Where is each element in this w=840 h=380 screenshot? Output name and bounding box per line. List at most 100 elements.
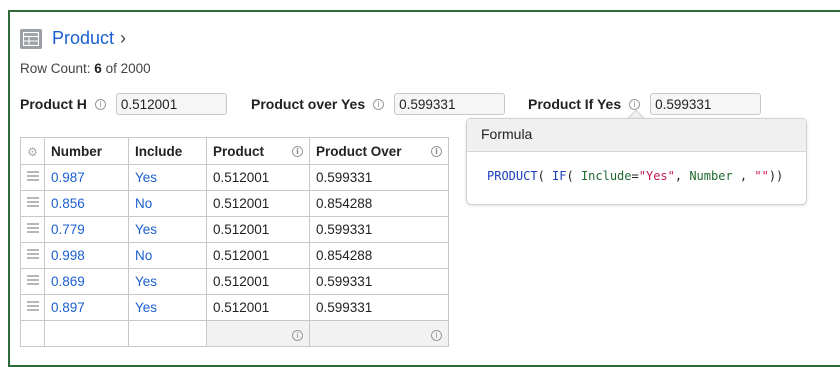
footer-cell-product-over: i — [309, 320, 449, 347]
drag-handle-icon[interactable] — [26, 221, 39, 235]
cell-product-over: 0.854288 — [309, 242, 449, 269]
info-icon[interactable]: i — [94, 98, 106, 110]
param-label: Product H — [20, 96, 87, 112]
drag-handle-icon[interactable] — [26, 247, 39, 261]
cell-number: 0.869 — [44, 268, 129, 295]
cell-include: Yes — [128, 164, 207, 191]
formula-field: Number — [689, 169, 733, 183]
table-row: 0.856 No 0.512001 0.854288 — [20, 190, 449, 217]
number-link[interactable]: 0.987 — [51, 170, 85, 185]
cell-product: 0.512001 — [206, 190, 310, 217]
cell-number: 0.987 — [44, 164, 129, 191]
cell-include: No — [128, 242, 207, 269]
footer-cell — [44, 320, 129, 347]
formula-function: IF — [552, 169, 567, 183]
cell-product: 0.512001 — [206, 164, 310, 191]
footer-cell — [20, 320, 45, 347]
chevron-right-icon[interactable]: › — [120, 28, 126, 49]
row-handle[interactable] — [20, 268, 45, 295]
param-input-product-over-yes[interactable] — [394, 93, 506, 115]
row-handle[interactable] — [20, 164, 45, 191]
param-label: Product If Yes — [528, 96, 622, 112]
formula-punct: ( — [537, 169, 553, 183]
table-row: 0.897 Yes 0.512001 0.599331 — [20, 294, 449, 321]
row-handle[interactable] — [20, 294, 45, 321]
number-link[interactable]: 0.998 — [51, 248, 85, 263]
number-link[interactable]: 0.869 — [51, 274, 85, 289]
formula-popup: Formula PRODUCT( IF( Include="Yes", Numb… — [466, 118, 807, 205]
column-header-include[interactable]: Include — [128, 137, 207, 165]
footer-cell — [128, 320, 207, 347]
cell-product-over: 0.599331 — [309, 268, 449, 295]
param-input-product-h[interactable] — [115, 93, 227, 115]
info-icon[interactable]: i — [292, 145, 303, 157]
table-row: 0.998 No 0.512001 0.854288 — [20, 242, 449, 269]
table-footer-row: i i — [20, 320, 449, 347]
info-icon[interactable]: i — [629, 98, 641, 110]
formula-string: "" — [754, 169, 769, 183]
cell-product-over: 0.599331 — [309, 164, 449, 191]
formula-field: Include — [580, 169, 632, 183]
include-link[interactable]: Yes — [135, 300, 157, 315]
include-link[interactable]: Yes — [135, 274, 157, 289]
formula-punct: , — [732, 169, 755, 183]
table-row: 0.779 Yes 0.512001 0.599331 — [20, 216, 449, 243]
row-count: Row Count: 6 of 2000 — [20, 61, 151, 76]
drag-handle-icon[interactable] — [26, 195, 39, 209]
data-table: ⚙ Number Include Product i Product Over i … — [20, 137, 449, 347]
cell-number: 0.897 — [44, 294, 129, 321]
cell-product: 0.512001 — [206, 216, 310, 243]
formula-punct: , — [674, 169, 690, 183]
formula-punct: )) — [768, 169, 784, 183]
column-header-product[interactable]: Product i — [206, 137, 310, 165]
column-header-number[interactable]: Number — [44, 137, 129, 165]
row-count-prefix: Row Count: — [20, 61, 95, 76]
gear-icon[interactable]: ⚙ — [27, 145, 38, 159]
cell-product: 0.512001 — [206, 294, 310, 321]
column-header-label: Product Over — [316, 143, 402, 159]
cell-product-over: 0.599331 — [309, 216, 449, 243]
param-label: Product over Yes — [251, 96, 366, 112]
column-header-product-over[interactable]: Product Over i — [309, 137, 449, 165]
formula-string: "Yes" — [638, 169, 675, 183]
param-product-if-yes: Product If Yes i — [528, 93, 762, 115]
include-link[interactable]: No — [135, 248, 152, 263]
include-link[interactable]: Yes — [135, 170, 157, 185]
info-icon[interactable]: i — [431, 145, 442, 157]
formula-popup-title: Formula — [467, 119, 806, 152]
row-handle[interactable] — [20, 190, 45, 217]
formula-text: PRODUCT( IF( Include="Yes", Number , "")… — [467, 152, 806, 200]
formula-punct: ( — [566, 169, 581, 183]
number-link[interactable]: 0.856 — [51, 196, 85, 211]
page-title[interactable]: Product — [52, 28, 114, 49]
row-handle[interactable] — [20, 216, 45, 243]
include-link[interactable]: No — [135, 196, 152, 211]
drag-handle-icon[interactable] — [26, 299, 39, 313]
cell-number: 0.998 — [44, 242, 129, 269]
cell-include: No — [128, 190, 207, 217]
cell-number: 0.779 — [44, 216, 129, 243]
footer-cell-product: i — [206, 320, 310, 347]
cell-product: 0.512001 — [206, 242, 310, 269]
info-icon[interactable]: i — [431, 330, 442, 341]
info-icon[interactable]: i — [292, 330, 303, 341]
gear-cell[interactable]: ⚙ — [20, 137, 45, 165]
param-input-product-if-yes[interactable] — [650, 93, 762, 115]
info-icon[interactable]: i — [373, 98, 385, 110]
table-row: 0.869 Yes 0.512001 0.599331 — [20, 268, 449, 295]
cell-product-over: 0.599331 — [309, 294, 449, 321]
number-link[interactable]: 0.897 — [51, 300, 85, 315]
cell-product: 0.512001 — [206, 268, 310, 295]
cell-include: Yes — [128, 216, 207, 243]
include-link[interactable]: Yes — [135, 222, 157, 237]
row-count-value: 6 — [94, 61, 102, 76]
row-handle[interactable] — [20, 242, 45, 269]
row-count-suffix: of 2000 — [101, 61, 151, 76]
header: Product › — [20, 28, 126, 49]
number-link[interactable]: 0.779 — [51, 222, 85, 237]
drag-handle-icon[interactable] — [26, 273, 39, 287]
formula-punct: = — [631, 169, 639, 183]
cell-include: Yes — [128, 268, 207, 295]
drag-handle-icon[interactable] — [26, 169, 39, 183]
cell-number: 0.856 — [44, 190, 129, 217]
